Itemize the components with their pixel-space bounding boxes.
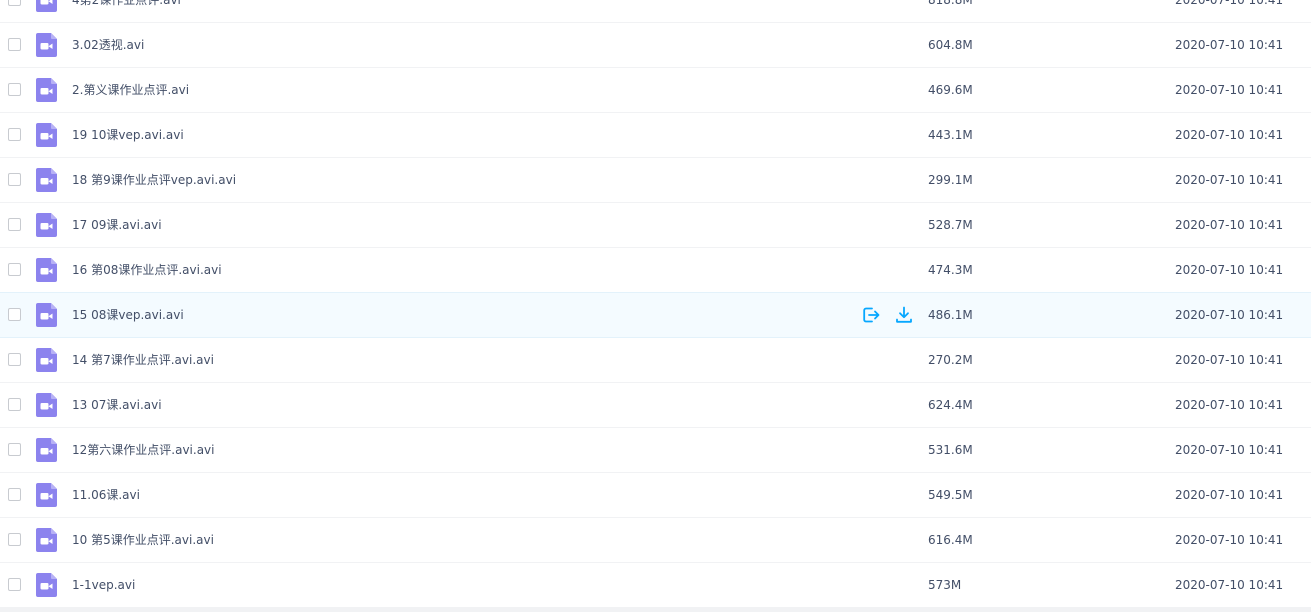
row-checkbox[interactable] xyxy=(8,173,21,186)
file-row[interactable]: 13 07课.avi.avi 624.4M 2020-07-10 10:41 xyxy=(0,383,1311,428)
file-modified-date: 2020-07-10 10:41 xyxy=(1175,263,1284,277)
file-row[interactable]: 4第2课作业点评.avi 818.8M 2020-07-10 10:41 xyxy=(0,0,1311,23)
file-size: 818.8M xyxy=(928,0,973,7)
video-file-icon xyxy=(36,168,57,192)
file-row[interactable]: 1-1vep.avi 573M 2020-07-10 10:41 xyxy=(0,563,1311,608)
file-name[interactable]: 12第六课作业点评.avi.avi xyxy=(72,428,214,472)
file-name[interactable]: 14 第7课作业点评.avi.avi xyxy=(72,338,214,382)
row-checkbox[interactable] xyxy=(8,533,21,546)
row-checkbox[interactable] xyxy=(8,0,21,6)
row-checkbox[interactable] xyxy=(8,263,21,276)
row-checkbox[interactable] xyxy=(8,488,21,501)
row-checkbox[interactable] xyxy=(8,308,21,321)
file-row[interactable]: 19 10课vep.avi.avi 443.1M 2020-07-10 10:4… xyxy=(0,113,1311,158)
file-modified-date: 2020-07-10 10:41 xyxy=(1175,488,1284,502)
file-modified-date: 2020-07-10 10:41 xyxy=(1175,353,1284,367)
file-modified-date: 2020-07-10 10:41 xyxy=(1175,398,1284,412)
file-name[interactable]: 4第2课作业点评.avi xyxy=(72,0,181,22)
file-name[interactable]: 19 10课vep.avi.avi xyxy=(72,113,184,157)
file-size: 616.4M xyxy=(928,533,973,547)
row-checkbox[interactable] xyxy=(8,38,21,51)
file-modified-date: 2020-07-10 10:41 xyxy=(1175,128,1284,142)
file-modified-date: 2020-07-10 10:41 xyxy=(1175,578,1284,592)
file-modified-date: 2020-07-10 10:41 xyxy=(1175,218,1284,232)
video-file-icon xyxy=(36,123,57,147)
file-row[interactable]: 2.第义课作业点评.avi 469.6M 2020-07-10 10:41 xyxy=(0,68,1311,113)
video-file-icon xyxy=(36,393,57,417)
video-file-icon xyxy=(36,483,57,507)
file-name[interactable]: 1-1vep.avi xyxy=(72,563,135,607)
video-file-icon xyxy=(36,573,57,597)
file-name[interactable]: 10 第5课作业点评.avi.avi xyxy=(72,518,214,562)
file-name[interactable]: 2.第义课作业点评.avi xyxy=(72,68,189,112)
file-row-hovered[interactable]: 15 08课vep.avi.avi 486.1M 2020-07-10 10:4… xyxy=(0,292,1311,338)
file-size: 486.1M xyxy=(928,308,973,322)
file-modified-date: 2020-07-10 10:41 xyxy=(1175,173,1284,187)
row-checkbox[interactable] xyxy=(8,578,21,591)
file-size: 270.2M xyxy=(928,353,973,367)
file-size: 528.7M xyxy=(928,218,973,232)
file-name[interactable]: 15 08课vep.avi.avi xyxy=(72,293,184,337)
file-name[interactable]: 13 07课.avi.avi xyxy=(72,383,162,427)
file-list: 4第2课作业点评.avi 818.8M 2020-07-10 10:41 3.0… xyxy=(0,0,1311,608)
file-name[interactable]: 3.02透视.avi xyxy=(72,23,144,67)
list-bottom-border xyxy=(0,607,1311,612)
file-name[interactable]: 16 第08课作业点评.avi.avi xyxy=(72,248,222,292)
row-checkbox[interactable] xyxy=(8,353,21,366)
file-size: 469.6M xyxy=(928,83,973,97)
file-size: 604.8M xyxy=(928,38,973,52)
file-row[interactable]: 11.06课.avi 549.5M 2020-07-10 10:41 xyxy=(0,473,1311,518)
video-file-icon xyxy=(36,438,57,462)
video-file-icon xyxy=(36,0,57,12)
file-row[interactable]: 12第六课作业点评.avi.avi 531.6M 2020-07-10 10:4… xyxy=(0,428,1311,473)
file-name[interactable]: 11.06课.avi xyxy=(72,473,140,517)
file-size: 299.1M xyxy=(928,173,973,187)
row-checkbox[interactable] xyxy=(8,83,21,96)
file-name[interactable]: 17 09课.avi.avi xyxy=(72,203,162,247)
file-size: 474.3M xyxy=(928,263,973,277)
video-file-icon xyxy=(36,213,57,237)
row-checkbox[interactable] xyxy=(8,128,21,141)
file-modified-date: 2020-07-10 10:41 xyxy=(1175,83,1284,97)
row-checkbox[interactable] xyxy=(8,398,21,411)
file-modified-date: 2020-07-10 10:41 xyxy=(1175,533,1284,547)
file-row[interactable]: 18 第9课作业点评vep.avi.avi 299.1M 2020-07-10 … xyxy=(0,158,1311,203)
file-size: 443.1M xyxy=(928,128,973,142)
video-file-icon xyxy=(36,303,57,327)
video-file-icon xyxy=(36,78,57,102)
row-checkbox[interactable] xyxy=(8,443,21,456)
file-row[interactable]: 3.02透视.avi 604.8M 2020-07-10 10:41 xyxy=(0,23,1311,68)
file-size: 531.6M xyxy=(928,443,973,457)
download-icon[interactable] xyxy=(894,305,914,325)
video-file-icon xyxy=(36,258,57,282)
video-file-icon xyxy=(36,33,57,57)
file-row[interactable]: 16 第08课作业点评.avi.avi 474.3M 2020-07-10 10… xyxy=(0,248,1311,293)
file-size: 573M xyxy=(928,578,962,592)
row-checkbox[interactable] xyxy=(8,218,21,231)
file-row[interactable]: 14 第7课作业点评.avi.avi 270.2M 2020-07-10 10:… xyxy=(0,338,1311,383)
video-file-icon xyxy=(36,348,57,372)
file-modified-date: 2020-07-10 10:41 xyxy=(1175,0,1284,7)
video-file-icon xyxy=(36,528,57,552)
file-size: 549.5M xyxy=(928,488,973,502)
share-icon[interactable] xyxy=(861,305,881,325)
file-modified-date: 2020-07-10 10:41 xyxy=(1175,443,1284,457)
file-row[interactable]: 17 09课.avi.avi 528.7M 2020-07-10 10:41 xyxy=(0,203,1311,248)
file-modified-date: 2020-07-10 10:41 xyxy=(1175,308,1284,322)
file-size: 624.4M xyxy=(928,398,973,412)
file-row[interactable]: 10 第5课作业点评.avi.avi 616.4M 2020-07-10 10:… xyxy=(0,518,1311,563)
file-name[interactable]: 18 第9课作业点评vep.avi.avi xyxy=(72,158,236,202)
file-modified-date: 2020-07-10 10:41 xyxy=(1175,38,1284,52)
